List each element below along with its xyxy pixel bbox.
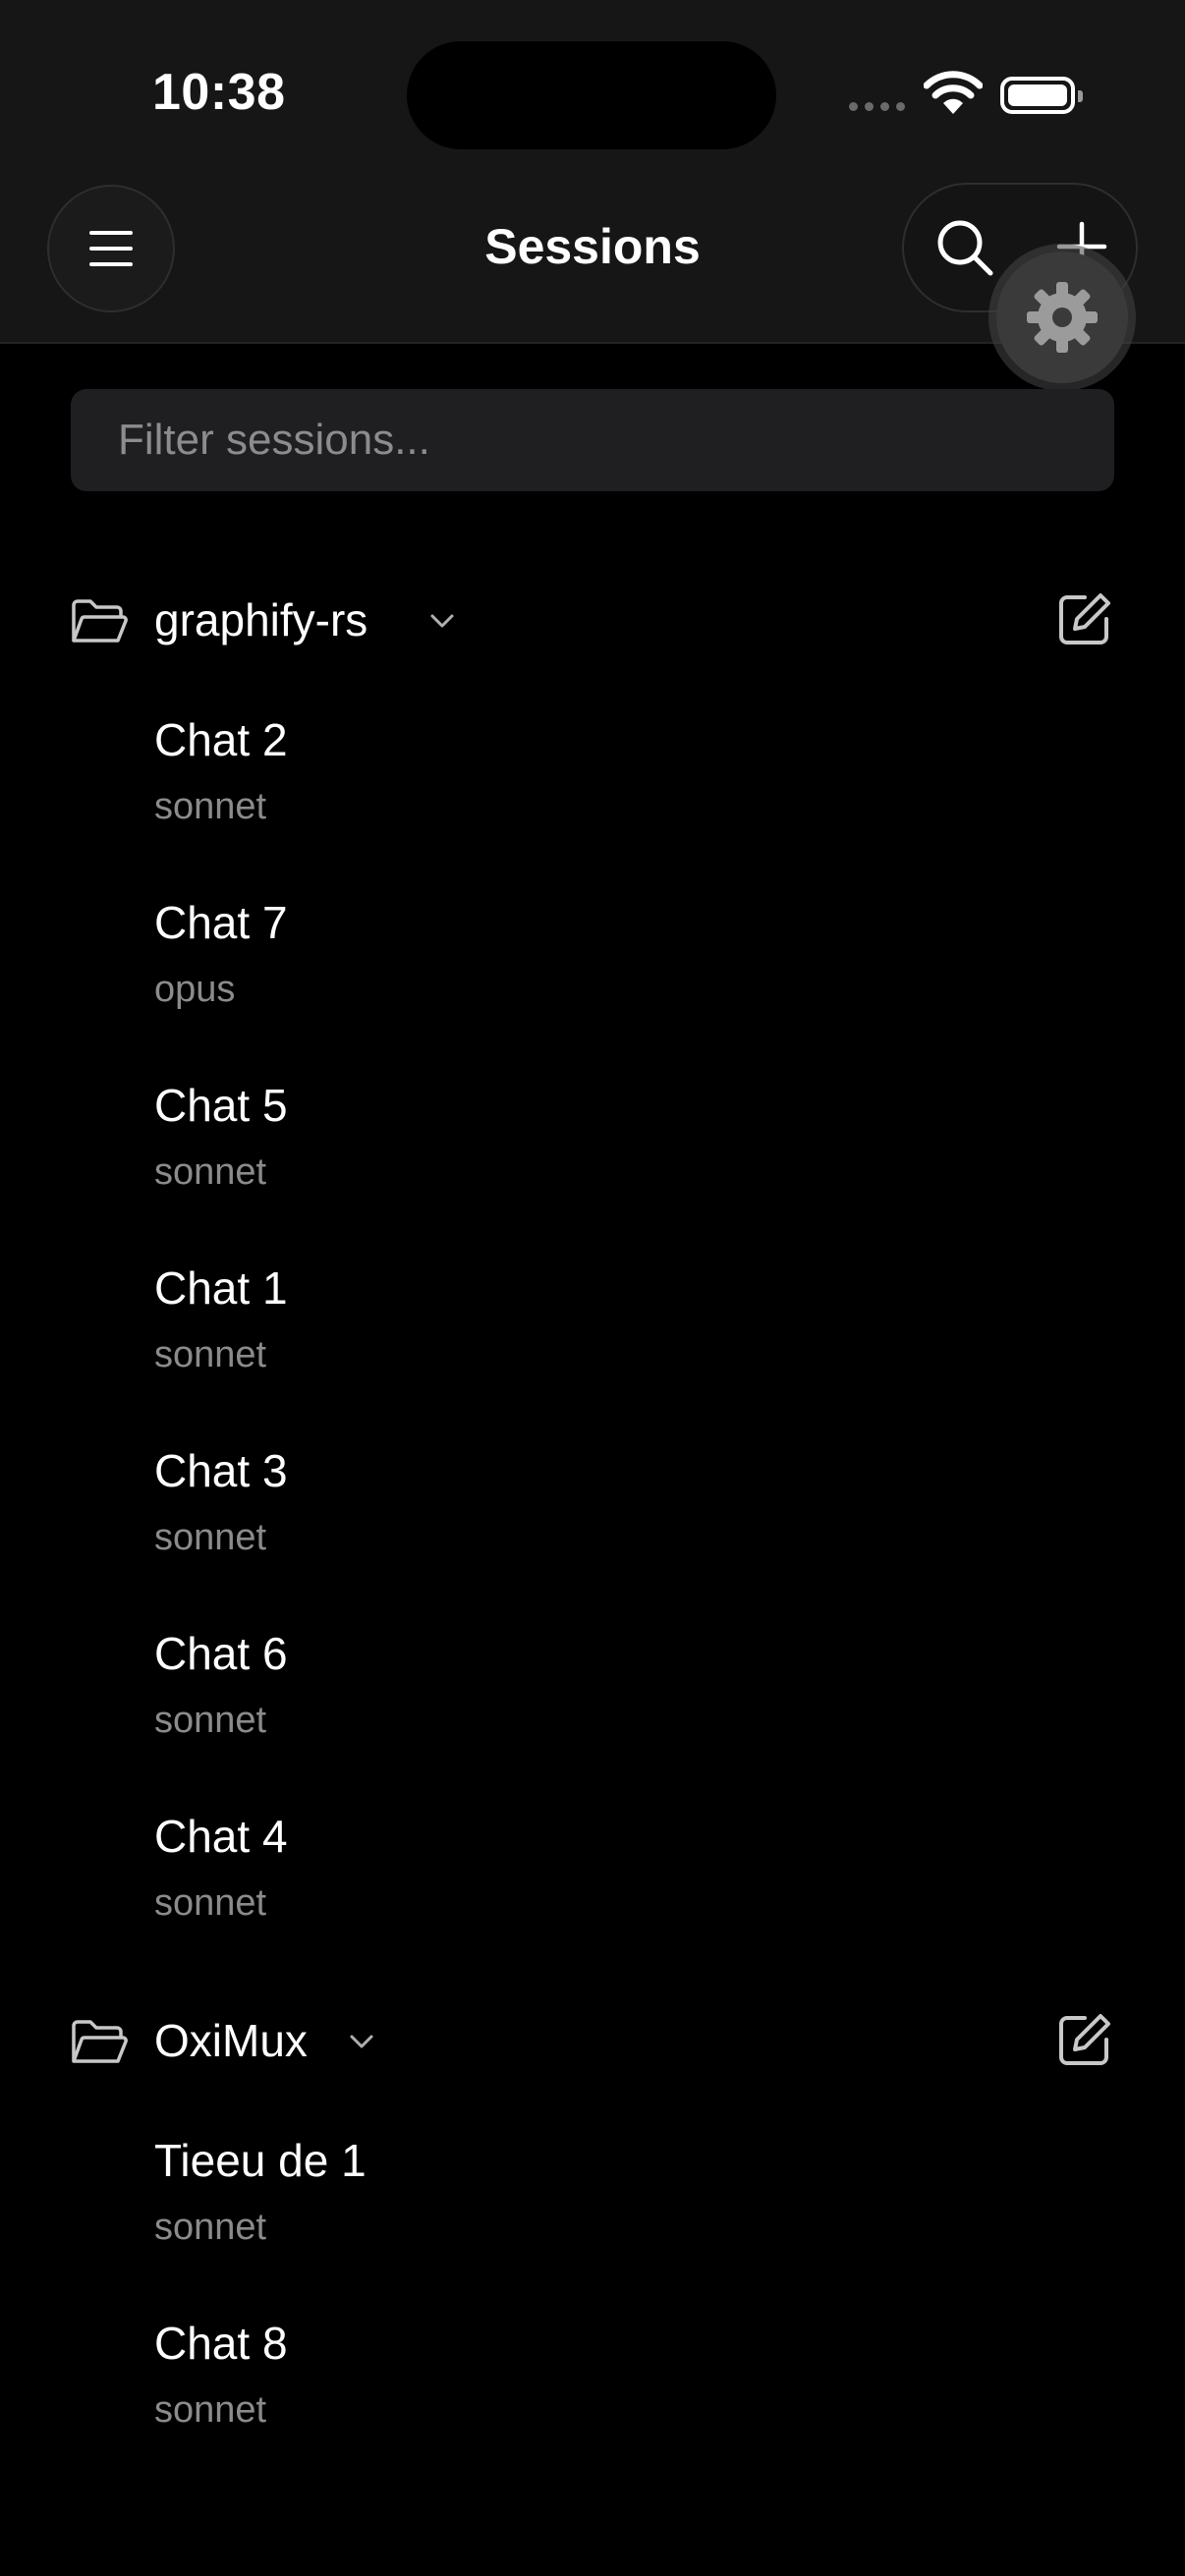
session-model: sonnet — [154, 2389, 267, 2431]
session-model: sonnet — [154, 1517, 267, 1558]
edit-icon[interactable] — [1055, 589, 1114, 648]
session-item[interactable]: Tieeu de 1 sonnet — [154, 2134, 1039, 2291]
session-title: Chat 5 — [154, 1080, 288, 1131]
session-item[interactable]: Chat 4 sonnet — [154, 1810, 1039, 1967]
filter-placeholder: Filter sessions... — [118, 416, 430, 464]
folder-open-icon — [72, 599, 128, 643]
chevron-down-icon[interactable] — [346, 2026, 377, 2057]
session-model: sonnet — [154, 1882, 267, 1924]
session-title: Chat 2 — [154, 714, 288, 765]
wifi-icon — [924, 71, 983, 114]
session-title: Chat 6 — [154, 1628, 288, 1679]
search-icon[interactable] — [933, 216, 996, 279]
session-item[interactable]: Chat 6 sonnet — [154, 1627, 1039, 1784]
session-title: Chat 8 — [154, 2318, 288, 2369]
group-header-oximux[interactable]: OxiMux — [0, 2000, 1185, 2089]
group-header-graphify-rs[interactable]: graphify-rs — [0, 580, 1185, 668]
session-item[interactable]: Chat 1 sonnet — [154, 1261, 1039, 1419]
session-item[interactable]: Chat 7 opus — [154, 896, 1039, 1053]
session-model: sonnet — [154, 2207, 267, 2248]
session-title: Chat 3 — [154, 1445, 288, 1496]
sessions-screen: 10:38 Sessions Filter sessions... graphi… — [0, 0, 1185, 2576]
chevron-down-icon[interactable] — [426, 605, 458, 637]
session-model: sonnet — [154, 1700, 267, 1741]
session-item[interactable]: Chat 2 sonnet — [154, 713, 1039, 870]
group-name: graphify-rs — [154, 594, 368, 645]
session-model: opus — [154, 969, 236, 1010]
group-name: OxiMux — [154, 2015, 308, 2066]
session-model: sonnet — [154, 786, 267, 827]
session-item[interactable]: Chat 5 sonnet — [154, 1079, 1039, 1236]
session-item[interactable]: Chat 8 sonnet — [154, 2317, 1039, 2474]
filter-sessions-input[interactable]: Filter sessions... — [71, 389, 1114, 491]
session-model: sonnet — [154, 1334, 267, 1375]
edit-icon[interactable] — [1055, 2010, 1114, 2069]
session-title: Chat 1 — [154, 1262, 288, 1314]
folder-open-icon — [72, 2020, 128, 2063]
gear-icon — [1027, 282, 1098, 353]
status-time: 10:38 — [152, 64, 286, 121]
settings-button[interactable] — [996, 252, 1128, 383]
session-model: sonnet — [154, 1151, 267, 1193]
session-title: Chat 7 — [154, 897, 288, 948]
dynamic-island — [407, 41, 776, 149]
session-title: Tieeu de 1 — [154, 2135, 367, 2186]
cellular-signal-icon — [849, 102, 905, 111]
session-item[interactable]: Chat 3 sonnet — [154, 1444, 1039, 1601]
battery-icon — [1000, 77, 1083, 114]
session-title: Chat 4 — [154, 1811, 288, 1862]
